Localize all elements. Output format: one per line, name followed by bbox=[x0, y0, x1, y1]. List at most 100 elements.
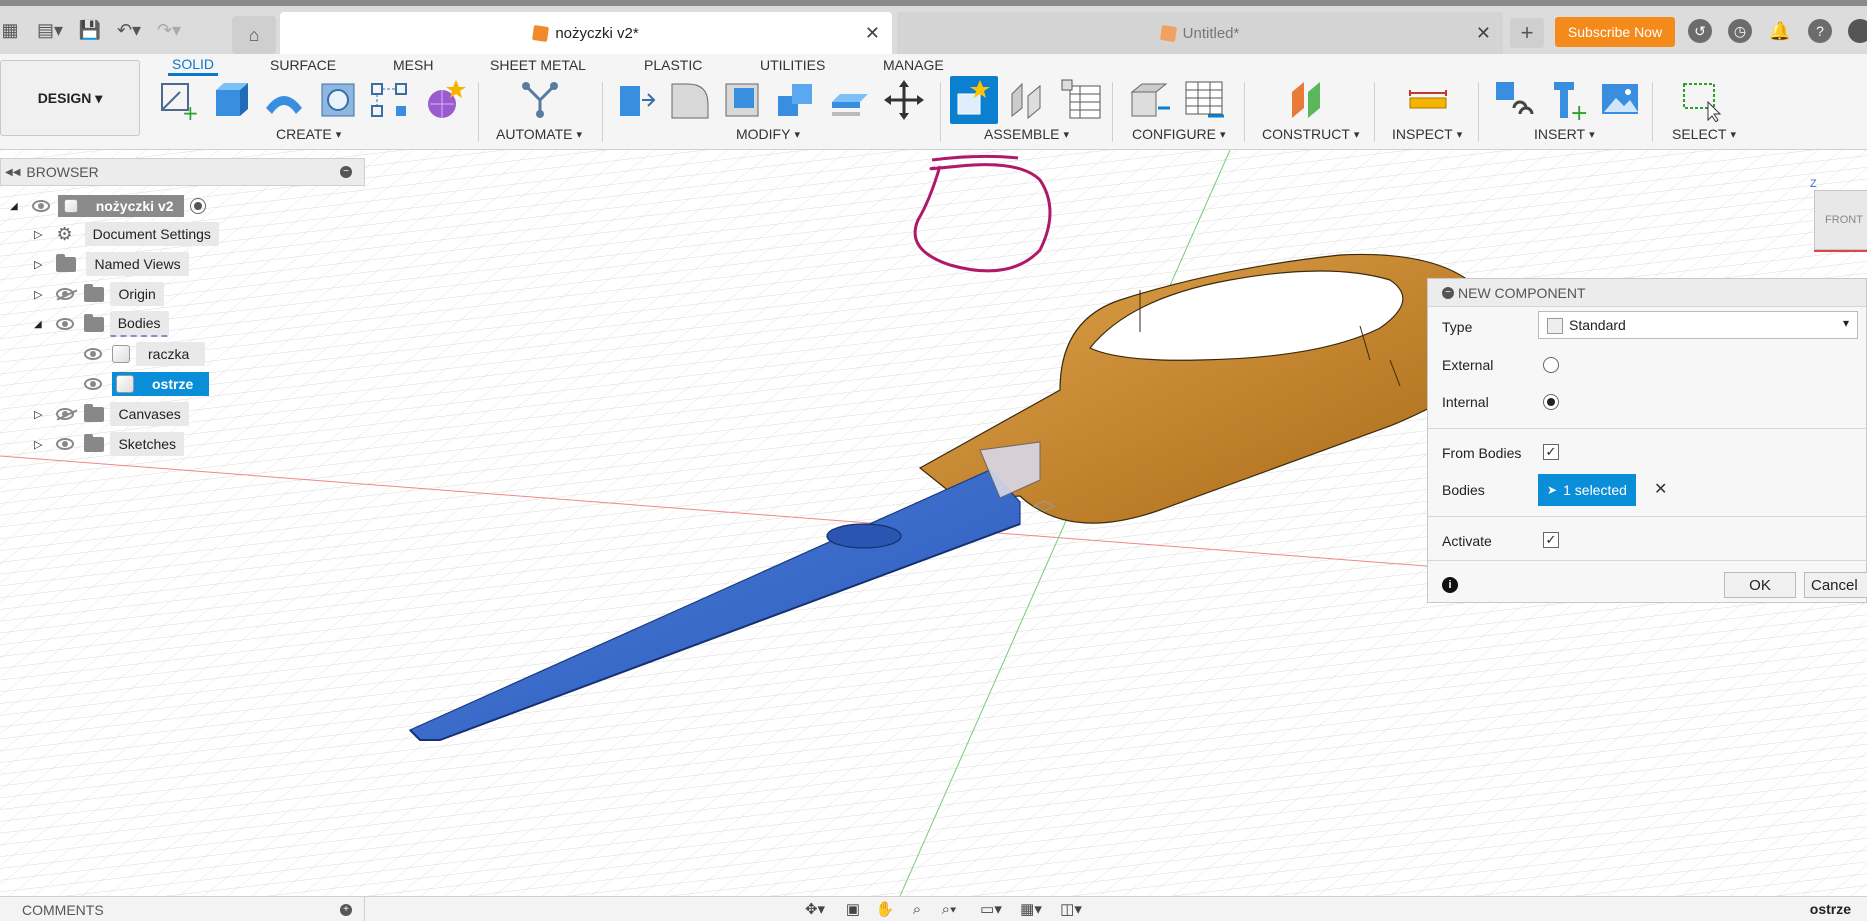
collapse-arrow-icon[interactable]: ◢ bbox=[10, 201, 18, 212]
insert-mcmaster-icon[interactable]: + bbox=[1546, 78, 1590, 126]
notifications-bell-icon[interactable]: 🔔 bbox=[1768, 19, 1792, 43]
automate-icon[interactable] bbox=[518, 78, 562, 122]
close-tab-icon[interactable]: ✕ bbox=[865, 23, 880, 44]
visibility-eye-icon[interactable] bbox=[84, 378, 102, 390]
tab-mesh[interactable]: MESH bbox=[389, 54, 437, 76]
viewcube[interactable]: Z FRONT bbox=[1806, 178, 1867, 254]
expand-arrow-icon[interactable]: ▷ bbox=[34, 228, 42, 241]
insert-derive-icon[interactable] bbox=[1492, 78, 1536, 122]
history-icon[interactable]: ◷ bbox=[1728, 19, 1752, 43]
file-menu-icon[interactable]: ▤▾ bbox=[32, 14, 68, 46]
window-select-icon[interactable] bbox=[1680, 78, 1724, 123]
clear-selection-icon[interactable]: ✕ bbox=[1654, 479, 1667, 499]
create-form-icon[interactable] bbox=[422, 78, 466, 122]
tab-surface[interactable]: SURFACE bbox=[266, 54, 340, 76]
tab-sheet-metal[interactable]: SHEET METAL bbox=[486, 54, 590, 76]
home-button[interactable]: ⌂ bbox=[232, 16, 276, 54]
configure-table-icon[interactable] bbox=[1182, 78, 1226, 122]
offset-face-icon[interactable] bbox=[828, 78, 872, 122]
minimize-panel-icon[interactable]: − bbox=[340, 166, 352, 178]
selected-body-chip[interactable]: ostrze bbox=[112, 372, 210, 396]
tree-item-sketches[interactable]: ▷ Sketches bbox=[34, 431, 185, 457]
cancel-button[interactable]: Cancel bbox=[1804, 572, 1867, 598]
hidden-eye-icon[interactable] bbox=[56, 288, 75, 300]
shell-icon[interactable] bbox=[720, 78, 764, 122]
assemble-group-label[interactable]: ASSEMBLE bbox=[984, 126, 1069, 142]
configure-group-label[interactable]: CONFIGURE bbox=[1132, 126, 1226, 142]
activate-radio-icon[interactable] bbox=[189, 198, 206, 214]
tab-document-active[interactable]: nożyczki v2* ✕ bbox=[280, 12, 892, 54]
configure-icon[interactable] bbox=[1128, 78, 1172, 122]
tree-item-body-ostrze[interactable]: ostrze bbox=[84, 371, 210, 397]
collapse-arrow-icon[interactable]: ◢ bbox=[34, 319, 42, 330]
expand-arrow-icon[interactable]: ▷ bbox=[34, 288, 42, 301]
expand-arrow-icon[interactable]: ▷ bbox=[34, 258, 42, 271]
press-pull-icon[interactable] bbox=[614, 78, 658, 122]
viewports-icon[interactable]: ◫▾ bbox=[1060, 899, 1082, 919]
orbit-icon[interactable]: ✥▾ bbox=[804, 899, 826, 919]
activate-checkbox[interactable]: ✓ bbox=[1543, 532, 1559, 548]
job-status-icon[interactable]: ↺ bbox=[1688, 19, 1712, 43]
internal-radio[interactable] bbox=[1543, 394, 1559, 410]
tab-manage[interactable]: MANAGE bbox=[879, 54, 948, 76]
tree-item-body-raczka[interactable]: raczka bbox=[84, 341, 206, 367]
create-group-label[interactable]: CREATE bbox=[276, 126, 341, 142]
tab-plastic[interactable]: PLASTIC bbox=[640, 54, 706, 76]
visibility-eye-icon[interactable] bbox=[84, 348, 102, 360]
visibility-eye-icon[interactable] bbox=[56, 438, 75, 450]
extrude-icon[interactable] bbox=[208, 78, 252, 122]
minimize-dialog-icon[interactable]: − bbox=[1442, 286, 1454, 299]
new-tab-button[interactable]: + bbox=[1510, 18, 1544, 48]
tree-root-item[interactable]: ◢ nożyczki v2 bbox=[10, 193, 206, 219]
pan-hand-icon[interactable]: ✋ bbox=[874, 899, 896, 919]
tree-item-named-views[interactable]: ▷ Named Views bbox=[34, 251, 189, 277]
automate-group-label[interactable]: AUTOMATE bbox=[496, 126, 582, 142]
bodies-selection-button[interactable]: ➤ 1 selected bbox=[1538, 474, 1636, 506]
tab-solid[interactable]: SOLID bbox=[168, 54, 219, 76]
help-icon[interactable]: ? bbox=[1808, 19, 1832, 43]
measure-icon[interactable] bbox=[1406, 78, 1450, 122]
tab-document-untitled[interactable]: Untitled* ✕ bbox=[897, 12, 1503, 54]
fillet-icon[interactable] bbox=[668, 78, 712, 122]
apps-grid-icon[interactable]: ▦ bbox=[0, 14, 20, 46]
modify-group-label[interactable]: MODIFY bbox=[736, 126, 800, 142]
tree-item-canvases[interactable]: ▷ Canvases bbox=[34, 401, 189, 427]
comments-panel[interactable]: COMMENTS + bbox=[0, 897, 365, 921]
undo-icon[interactable]: ↶▾ bbox=[112, 14, 146, 46]
insert-group-label[interactable]: INSERT bbox=[1534, 126, 1595, 142]
pattern-icon[interactable] bbox=[368, 78, 412, 122]
visibility-eye-icon[interactable] bbox=[31, 200, 50, 212]
grid-settings-icon[interactable]: ▦▾ bbox=[1020, 899, 1042, 919]
info-icon[interactable]: i bbox=[1442, 577, 1458, 593]
expand-arrow-icon[interactable]: ▷ bbox=[34, 408, 42, 421]
external-radio[interactable] bbox=[1543, 357, 1559, 373]
expand-arrow-icon[interactable]: ▷ bbox=[34, 438, 42, 451]
from-bodies-checkbox[interactable]: ✓ bbox=[1543, 444, 1559, 460]
tab-utilities[interactable]: UTILITIES bbox=[756, 54, 829, 76]
offset-plane-icon[interactable] bbox=[1286, 78, 1330, 122]
select-group-label[interactable]: SELECT bbox=[1672, 126, 1736, 142]
look-at-icon[interactable]: ▣ bbox=[842, 899, 864, 919]
ok-button[interactable]: OK bbox=[1724, 572, 1796, 598]
new-component-icon[interactable] bbox=[950, 76, 998, 124]
fit-zoom-icon[interactable]: ⌕▾ bbox=[938, 899, 960, 919]
move-copy-icon[interactable] bbox=[882, 78, 926, 122]
bill-of-materials-icon[interactable] bbox=[1060, 78, 1104, 122]
tree-item-document-settings[interactable]: ▷ ⚙ Document Settings bbox=[34, 221, 219, 247]
tree-item-origin[interactable]: ▷ Origin bbox=[34, 281, 164, 307]
create-sketch-icon[interactable]: + bbox=[156, 78, 200, 125]
insert-image-icon[interactable] bbox=[1598, 78, 1642, 122]
subscribe-button[interactable]: Subscribe Now bbox=[1555, 17, 1675, 47]
inspect-group-label[interactable]: INSPECT bbox=[1392, 126, 1462, 142]
revolve-icon[interactable] bbox=[262, 78, 306, 122]
close-tab-icon[interactable]: ✕ bbox=[1476, 23, 1491, 44]
tree-item-bodies[interactable]: ◢ Bodies bbox=[34, 311, 169, 337]
hidden-eye-icon[interactable] bbox=[56, 408, 75, 420]
zoom-icon[interactable]: ⌕ bbox=[906, 899, 928, 919]
construct-group-label[interactable]: CONSTRUCT bbox=[1262, 126, 1359, 142]
add-comment-icon[interactable]: + bbox=[340, 903, 352, 916]
type-dropdown[interactable]: Standard bbox=[1538, 311, 1858, 339]
combine-icon[interactable] bbox=[774, 78, 818, 122]
display-settings-icon[interactable]: ▭▾ bbox=[980, 899, 1002, 919]
joint-icon[interactable] bbox=[1006, 78, 1050, 122]
